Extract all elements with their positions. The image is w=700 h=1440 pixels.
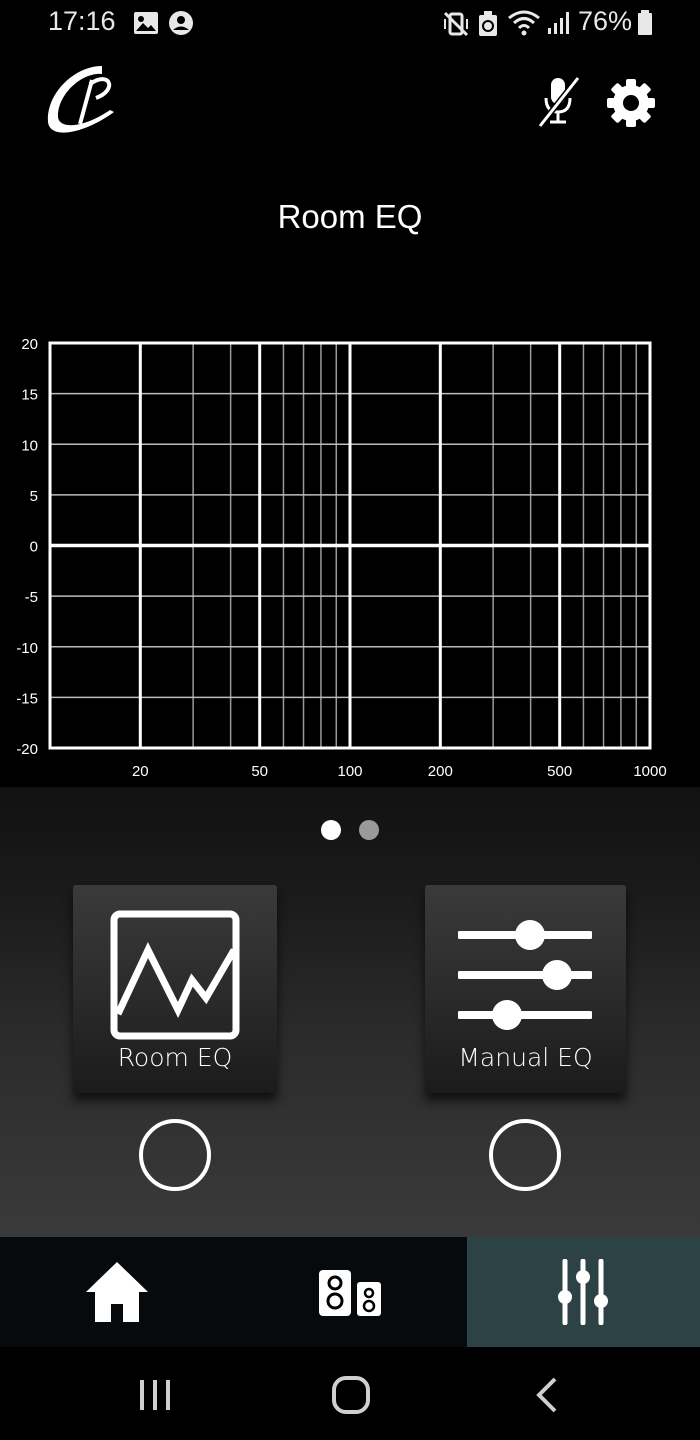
y-tick-label: -5 (25, 589, 38, 606)
page-indicator-2[interactable] (359, 820, 379, 840)
account-icon (169, 11, 193, 35)
wifi-icon (508, 10, 540, 36)
y-tick-label: 0 (30, 539, 38, 556)
y-tick-label: 20 (21, 336, 38, 353)
page-title: Room EQ (277, 198, 423, 235)
battery-icon (638, 10, 652, 35)
gallery-icon (134, 12, 158, 34)
manual-eq-card-label: Manual EQ (458, 1043, 593, 1072)
room-eq-graph-icon (110, 910, 240, 1040)
settings-button[interactable] (604, 76, 658, 130)
y-tick-label: -15 (16, 690, 38, 707)
recent-apps-icon[interactable] (138, 1378, 172, 1412)
x-tick-label: 50 (251, 763, 268, 780)
y-tick-label: 5 (30, 488, 38, 505)
eq-chart-svg: 20151050-5-10-15-2020 50 100 200 500 1000 (16, 336, 666, 780)
battery-percent: 76% (578, 6, 633, 36)
x-tick-label: 20 (132, 763, 149, 780)
gear-icon (607, 79, 655, 127)
y-tick-label: -20 (16, 741, 38, 758)
y-tick-label: 10 (21, 437, 38, 454)
status-time: 17:16 (48, 6, 116, 36)
y-tick-label: -10 (16, 640, 38, 657)
page-indicator-1[interactable] (321, 820, 341, 840)
speakers-icon (319, 1270, 381, 1316)
nav-home[interactable] (0, 1237, 233, 1347)
back-icon[interactable] (535, 1377, 559, 1413)
equalizer-icon (558, 1259, 608, 1325)
room-eq-radio[interactable] (139, 1119, 211, 1191)
bottom-nav (0, 1237, 700, 1347)
system-nav-bar (0, 1347, 700, 1440)
manual-eq-radio[interactable] (489, 1119, 561, 1191)
sliders-icon (458, 920, 592, 1030)
x-tick-label: 100 (337, 763, 362, 780)
vibrate-off-icon (443, 11, 469, 37)
x-tick-label: 200 (428, 763, 453, 780)
y-tick-label: 15 (21, 387, 38, 404)
home-icon (86, 1262, 148, 1322)
nav-equalizer[interactable] (467, 1237, 700, 1347)
status-bar: 17:16 76% (0, 0, 700, 48)
app-header (0, 48, 700, 158)
room-eq-chart: 20 15 10 5 0 -5 -10 -15 -20 20 50 100 200 500 1000 (0, 330, 700, 785)
mic-off-button[interactable] (534, 74, 582, 128)
home-circle-icon[interactable] (331, 1375, 371, 1415)
room-eq-card[interactable]: Room EQ (73, 885, 277, 1093)
room-eq-card-label: Room EQ (117, 1043, 233, 1072)
x-tick-label: 500 (547, 763, 572, 780)
nav-speakers[interactable] (233, 1237, 467, 1347)
manual-eq-card[interactable]: Manual EQ (425, 885, 626, 1093)
brand-logo (47, 66, 114, 133)
battery-saver-icon (479, 11, 497, 36)
x-tick-label: 1000 (633, 763, 666, 780)
signal-icon (548, 12, 569, 34)
microphone-muted-icon (537, 76, 581, 128)
